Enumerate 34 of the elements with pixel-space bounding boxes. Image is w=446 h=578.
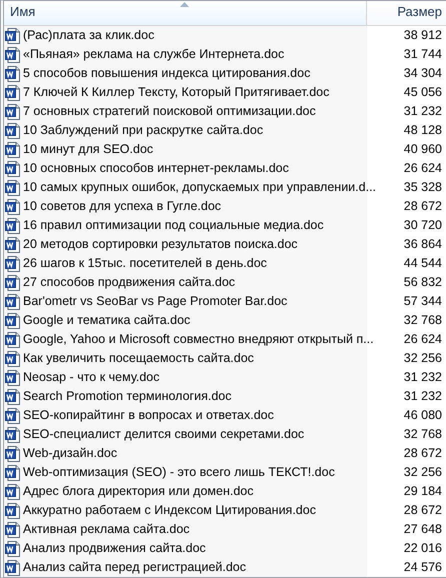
file-size: 31 744 [404, 48, 442, 61]
file-size: 32 256 [404, 466, 442, 479]
file-size: 48 128 [404, 124, 442, 137]
file-size: 34 304 [404, 67, 442, 80]
file-size: 44 544 [404, 257, 442, 270]
file-size: 32 768 [404, 428, 442, 441]
file-size: 27 648 [404, 523, 442, 536]
file-size: 28 672 [404, 447, 442, 460]
file-size: 38 912 [404, 29, 442, 42]
file-size: 22 016 [404, 542, 442, 555]
file-size: 57 344 [404, 295, 442, 308]
sort-ascending-icon [180, 2, 189, 7]
file-size: 45 056 [404, 86, 442, 99]
file-size: 28 672 [404, 200, 442, 213]
file-size: 31 232 [404, 390, 442, 403]
file-size: 26 624 [404, 333, 442, 346]
file-size: 28 672 [404, 504, 442, 517]
file-size: 32 256 [404, 352, 442, 365]
file-size: 40 960 [404, 143, 442, 156]
file-size: 32 768 [404, 314, 442, 327]
file-size: 36 864 [404, 238, 442, 251]
file-size: 35 328 [404, 181, 442, 194]
file-size: 46 080 [404, 409, 442, 422]
file-size: 24 576 [404, 561, 442, 574]
file-name[interactable]: Web-дизайн.doc [23, 447, 118, 460]
file-size: 26 624 [404, 162, 442, 175]
file-name[interactable]: 10 самых крупных ошибок, допускаемых при управлении.d... [23, 181, 376, 194]
file-size: 31 232 [404, 371, 442, 384]
file-size: 29 184 [404, 485, 442, 498]
file-size: 56 832 [404, 276, 442, 289]
file-size: 31 232 [404, 105, 442, 118]
column-header[interactable]: Имя [4, 1, 367, 25]
file-name[interactable]: Google, Yahoo и Microsoft совместно внедряют открытый п... [23, 333, 374, 346]
file-size: 30 720 [404, 219, 442, 232]
